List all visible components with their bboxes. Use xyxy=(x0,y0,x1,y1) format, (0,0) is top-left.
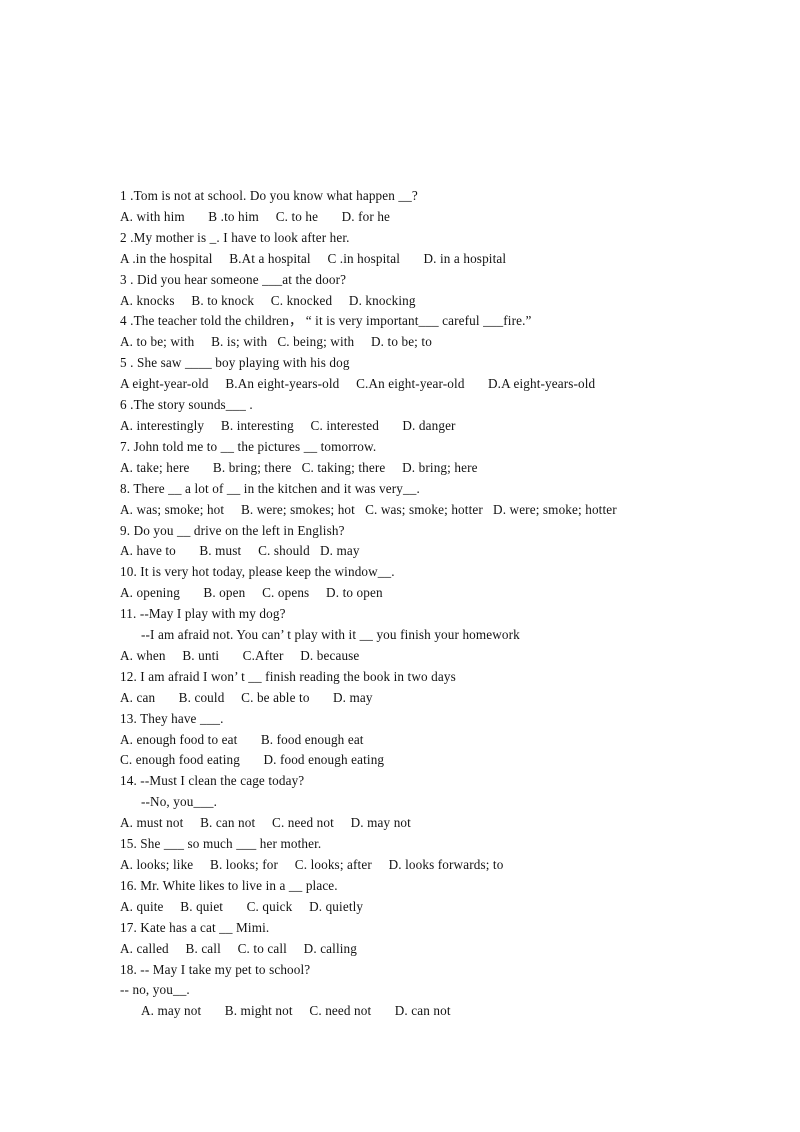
worksheet-line: A. opening B. open C. opens D. to open xyxy=(120,585,383,601)
worksheet-line: 9. Do you __ drive on the left in Englis… xyxy=(120,522,345,538)
worksheet-line: -- no, you__. xyxy=(120,982,190,998)
worksheet-line: 10. It is very hot today, please keep th… xyxy=(120,564,395,580)
worksheet-line: A. can B. could C. be able to D. may xyxy=(120,689,373,705)
worksheet-line: 13. They have ___. xyxy=(120,710,224,726)
worksheet-line: A eight-year-old B.An eight-years-old C.… xyxy=(120,376,596,392)
worksheet-line: 18. -- May I take my pet to school? xyxy=(120,961,311,977)
worksheet-line: A. was; smoke; hot B. were; smokes; hot … xyxy=(120,501,617,517)
worksheet-line: A. to be; with B. is; with C. being; wit… xyxy=(120,334,432,350)
worksheet-line: A. enough food to eat B. food enough eat xyxy=(120,731,364,747)
worksheet-line: 1 .Tom is not at school. Do you know wha… xyxy=(120,188,418,203)
worksheet-line: A. called B. call C. to call D. calling xyxy=(120,940,358,956)
worksheet-line: 14. --Must I clean the cage today? xyxy=(120,773,305,789)
worksheet-line: A. may not B. might not C. need not D. c… xyxy=(141,1003,451,1019)
worksheet-line: 11. --May I play with my dog? xyxy=(120,606,286,622)
worksheet-line: A .in the hospital B.At a hospital C .in… xyxy=(120,250,507,266)
worksheet-line: C. enough food eating D. food enough eat… xyxy=(120,752,385,768)
worksheet-line: 17. Kate has a cat __ Mimi. xyxy=(120,919,270,935)
worksheet-line: 4 .The teacher told the children， “ it i… xyxy=(120,313,532,329)
worksheet-line: A. with him B .to him C. to he D. for he xyxy=(120,208,391,224)
worksheet-line: 8. There __ a lot of __ in the kitchen a… xyxy=(120,480,420,496)
worksheet-line: A. must not B. can not C. need not D. ma… xyxy=(120,815,411,831)
worksheet-line: --I am afraid not. You can’ t play with … xyxy=(141,627,520,643)
worksheet-line: 16. Mr. White likes to live in a __ plac… xyxy=(120,877,338,893)
worksheet-line: 12. I am afraid I won’ t __ finish readi… xyxy=(120,668,456,684)
worksheet-line: 2 .My mother is _. I have to look after … xyxy=(120,229,350,245)
worksheet-line: 6 .The story sounds___ . xyxy=(120,397,253,413)
worksheet-line: A. take; here B. bring; there C. taking;… xyxy=(120,459,478,475)
worksheet-line: 3 . Did you hear someone ___at the door? xyxy=(120,271,347,287)
worksheet-line: --No, you___. xyxy=(141,794,218,810)
question-list: 1 .Tom is not at school. Do you know wha… xyxy=(120,186,780,1022)
worksheet-line: 5 . She saw ____ boy playing with his do… xyxy=(120,355,350,371)
worksheet-line: A. interestingly B. interesting C. inter… xyxy=(120,417,456,433)
worksheet-line: A. knocks B. to knock C. knocked D. knoc… xyxy=(120,292,416,308)
worksheet-line: 7. John told me to __ the pictures __ to… xyxy=(120,438,377,454)
worksheet-line: A. have to B. must C. should D. may xyxy=(120,543,360,559)
worksheet-line: A. quite B. quiet C. quick D. quietly xyxy=(120,898,364,914)
worksheet-line: A. looks; like B. looks; for C. looks; a… xyxy=(120,857,504,872)
document-page: 1 .Tom is not at school. Do you know wha… xyxy=(0,0,800,1132)
worksheet-line: 15. She ___ so much ___ her mother. xyxy=(120,836,322,852)
worksheet-line: A. when B. unti C.After D. because xyxy=(120,647,360,663)
